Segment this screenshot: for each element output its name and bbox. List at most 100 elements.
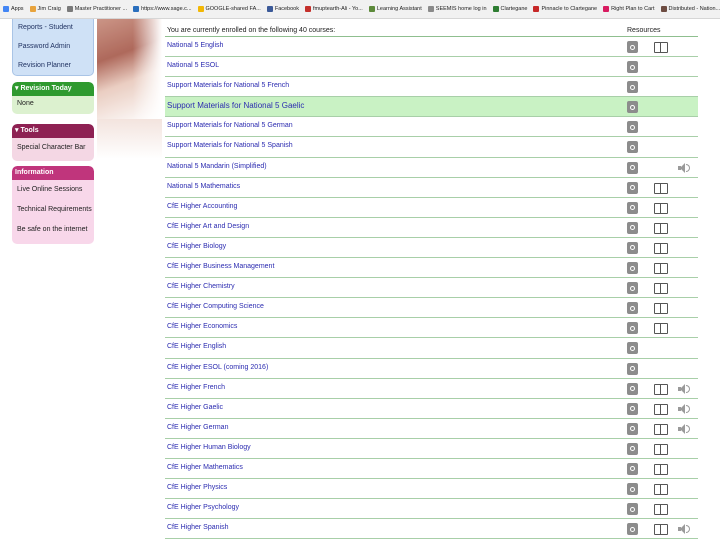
course-link[interactable]: CfE Higher Chemistry: [167, 283, 235, 290]
course-link[interactable]: CfE Higher English: [167, 343, 226, 350]
course-link[interactable]: Support Materials for National 5 Spanish: [167, 142, 293, 149]
book-icon[interactable]: [654, 504, 668, 516]
bookmark-label: SEEMIS home log in: [435, 6, 487, 12]
bookmark-item[interactable]: Distributed - Nation...: [658, 0, 720, 18]
course-link[interactable]: National 5 Mandarin (Simplified): [167, 163, 267, 170]
course-settings-icon[interactable]: [627, 61, 638, 74]
course-link[interactable]: CfE Higher Computing Science: [167, 303, 264, 310]
course-settings-icon[interactable]: [627, 282, 638, 295]
be-safe-on-the-internet-link[interactable]: Be safe on the internet: [12, 220, 94, 240]
course-link[interactable]: CfE Higher Mathematics: [167, 464, 243, 471]
course-settings-icon[interactable]: [627, 101, 638, 114]
course-link[interactable]: CfE Higher Spanish: [167, 524, 228, 531]
book-icon[interactable]: [654, 423, 668, 435]
course-settings-icon[interactable]: [627, 402, 638, 415]
bookmark-item[interactable]: fmuptearth-Ali - Yo...: [302, 0, 366, 18]
bookmark-item[interactable]: Clartegane: [490, 0, 531, 18]
course-settings-icon[interactable]: [627, 322, 638, 335]
course-settings-icon[interactable]: [627, 201, 638, 214]
course-settings-icon[interactable]: [627, 523, 638, 536]
bookmark-item[interactable]: SEEMIS home log in: [425, 0, 490, 18]
bookmark-item[interactable]: https://www.sage.c...: [130, 0, 194, 18]
course-link[interactable]: CfE Higher Business Management: [167, 263, 274, 270]
book-icon[interactable]: [654, 323, 668, 335]
book-icon[interactable]: [654, 303, 668, 315]
course-link[interactable]: CfE Higher Art and Design: [167, 223, 249, 230]
course-settings-icon[interactable]: [627, 121, 638, 134]
book-icon[interactable]: [654, 283, 668, 295]
course-settings-icon[interactable]: [627, 362, 638, 375]
book-icon[interactable]: [654, 463, 668, 475]
course-settings-icon[interactable]: [627, 161, 638, 174]
bookmark-item[interactable]: Learning Assistant: [366, 0, 425, 18]
course-link[interactable]: Support Materials for National 5 French: [167, 82, 289, 89]
speaker-icon[interactable]: [678, 162, 691, 173]
live-online-sessions-link[interactable]: Live Online Sessions: [12, 180, 94, 200]
course-settings-icon[interactable]: [627, 342, 638, 355]
course-link[interactable]: National 5 ESOL: [167, 62, 219, 69]
course-link[interactable]: CfE Higher ESOL (coming 2016): [167, 364, 268, 371]
course-settings-icon[interactable]: [627, 483, 638, 496]
table-row: CfE Higher Biology: [165, 238, 698, 259]
bookmark-item[interactable]: GOOGLE-shared FA...: [195, 0, 264, 18]
course-settings-icon[interactable]: [627, 81, 638, 94]
table-row: CfE Higher Mathematics: [165, 459, 698, 480]
book-icon[interactable]: [654, 222, 668, 234]
book-icon[interactable]: [654, 524, 668, 536]
technical-requirements-link[interactable]: Technical Requirements: [12, 200, 94, 220]
course-link[interactable]: CfE Higher Economics: [167, 323, 237, 330]
bookmark-item[interactable]: Apps: [0, 0, 27, 18]
book-icon[interactable]: [654, 484, 668, 496]
bookmark-item[interactable]: Jim Craig: [27, 0, 64, 18]
course-settings-icon[interactable]: [627, 422, 638, 435]
book-icon[interactable]: [654, 242, 668, 254]
course-link[interactable]: CfE Higher French: [167, 384, 225, 391]
course-settings-icon[interactable]: [627, 462, 638, 475]
book-icon[interactable]: [654, 443, 668, 455]
tools-panel: ▾ Tools Special Character Bar: [12, 124, 94, 161]
speaker-icon[interactable]: [678, 403, 691, 414]
course-settings-icon[interactable]: [627, 382, 638, 395]
reports-student-link[interactable]: Reports - Student: [13, 19, 93, 38]
book-icon[interactable]: [654, 263, 668, 275]
course-link[interactable]: National 5 English: [167, 42, 223, 49]
book-icon[interactable]: [654, 403, 668, 415]
revision-today-toggle[interactable]: ▾ Revision Today: [12, 82, 94, 96]
course-link[interactable]: CfE Higher Accounting: [167, 203, 237, 210]
course-settings-icon[interactable]: [627, 302, 638, 315]
book-icon[interactable]: [654, 182, 668, 194]
course-link[interactable]: CfE Higher German: [167, 424, 228, 431]
course-settings-icon[interactable]: [627, 442, 638, 455]
book-icon[interactable]: [654, 202, 668, 214]
course-settings-icon[interactable]: [627, 181, 638, 194]
course-link[interactable]: CfE Higher Physics: [167, 484, 227, 491]
course-link[interactable]: CfE Higher Human Biology: [167, 444, 251, 451]
bookmark-item[interactable]: Master Practitioner ...: [64, 0, 130, 18]
revision-planner-link[interactable]: Revision Planner: [13, 57, 93, 75]
special-character-bar-link[interactable]: Special Character Bar: [12, 138, 94, 158]
speaker-icon[interactable]: [678, 524, 691, 535]
course-link[interactable]: CfE Higher Psychology: [167, 504, 239, 511]
course-link[interactable]: Support Materials for National 5 German: [167, 122, 293, 129]
bookmark-item[interactable]: Facebook: [264, 0, 302, 18]
bookmark-item[interactable]: Pinnacle to Clartegane: [530, 0, 600, 18]
bookmark-favicon-icon: [304, 6, 311, 12]
course-settings-icon[interactable]: [627, 221, 638, 234]
course-settings-icon[interactable]: [627, 503, 638, 516]
bookmark-favicon-icon: [427, 6, 434, 12]
bookmark-item[interactable]: Right Plan to Cart: [600, 0, 657, 18]
course-link[interactable]: National 5 Mathematics: [167, 183, 240, 190]
tools-toggle[interactable]: ▾ Tools: [12, 124, 94, 138]
course-link[interactable]: CfE Higher Biology: [167, 243, 226, 250]
speaker-icon[interactable]: [678, 383, 691, 394]
password-admin-link[interactable]: Password Admin: [13, 38, 93, 57]
course-link[interactable]: Support Materials for National 5 Gaelic: [167, 101, 304, 110]
speaker-icon[interactable]: [678, 423, 691, 434]
course-settings-icon[interactable]: [627, 241, 638, 254]
book-icon[interactable]: [654, 383, 668, 395]
book-icon[interactable]: [654, 42, 668, 53]
course-link[interactable]: CfE Higher Gaelic: [167, 404, 223, 411]
course-settings-icon[interactable]: [627, 141, 638, 154]
course-settings-icon[interactable]: [627, 262, 638, 275]
course-settings-icon[interactable]: [627, 41, 638, 53]
